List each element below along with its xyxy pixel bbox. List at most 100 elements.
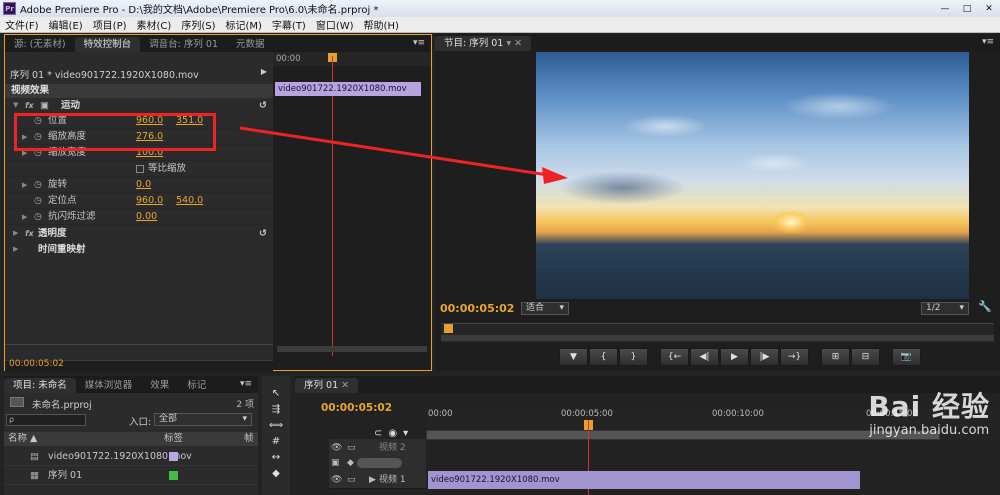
keyframe-slider[interactable] bbox=[357, 458, 402, 468]
expand-timeline-icon[interactable]: ▶ bbox=[261, 67, 267, 76]
uniform-scale-checkbox[interactable] bbox=[136, 164, 144, 173]
effect-current-time[interactable]: 00:00:05:02 bbox=[9, 359, 64, 369]
tab-program[interactable]: 节目: 序列 01 ▾ ✕ bbox=[435, 36, 532, 51]
tab-source[interactable]: 源: (无素材) bbox=[5, 37, 75, 52]
anti-flicker-value[interactable]: 0.00 bbox=[136, 209, 157, 225]
effect-timeline-ruler[interactable]: 00:00 bbox=[273, 52, 431, 66]
search-input[interactable]: ρ bbox=[6, 414, 86, 426]
expand-triangle-icon[interactable]: ▶ bbox=[13, 226, 18, 241]
zoom-scroll-bar[interactable] bbox=[441, 335, 994, 341]
maximize-button[interactable]: □ bbox=[956, 2, 978, 16]
minimize-button[interactable]: — bbox=[934, 2, 956, 16]
tab-effect-controls[interactable]: 特效控制台 bbox=[74, 37, 141, 52]
menu-file[interactable]: 文件(F) bbox=[0, 17, 44, 32]
menu-sequence[interactable]: 序列(S) bbox=[176, 17, 220, 32]
in-point-select[interactable]: 全部 ▾ bbox=[154, 413, 252, 426]
motion-effect-row[interactable]: ▼ fx ▣ 运动 ↺ bbox=[5, 98, 273, 113]
panel-menu-icon[interactable]: ▾≡ bbox=[413, 38, 425, 48]
fx-icon[interactable]: fx bbox=[25, 226, 34, 241]
opacity-effect-row[interactable]: ▶ fx 透明度 ↺ bbox=[5, 226, 273, 241]
timeline-current-time[interactable]: 00:00:05:02 bbox=[321, 402, 392, 414]
expand-triangle-icon[interactable]: ▶ bbox=[13, 242, 18, 257]
effect-zoom-scrollbar[interactable] bbox=[277, 346, 427, 352]
tab-markers[interactable]: 标记 bbox=[178, 378, 215, 393]
ripple-edit-tool-icon[interactable]: ⟺ bbox=[267, 418, 285, 432]
rolling-edit-tool-icon[interactable]: # bbox=[267, 434, 285, 448]
tab-audio-mixer[interactable]: 调音台: 序列 01 bbox=[140, 37, 227, 52]
snap-icon[interactable]: ⊂ bbox=[374, 428, 382, 439]
program-current-time[interactable]: 00:00:05:02 bbox=[440, 302, 514, 315]
tab-media-browser[interactable]: 媒体浏览器 bbox=[76, 378, 142, 393]
reset-icon[interactable]: ↺ bbox=[259, 226, 267, 241]
menu-edit[interactable]: 编辑(E) bbox=[44, 17, 88, 32]
expand-triangle-icon[interactable]: ▶ bbox=[22, 209, 27, 225]
work-area-bar[interactable] bbox=[426, 430, 940, 440]
close-button[interactable]: ✕ bbox=[978, 2, 1000, 16]
time-remap-row[interactable]: ▶ 时间重映射 bbox=[5, 242, 273, 257]
anchor-y-value[interactable]: 540.0 bbox=[176, 193, 203, 209]
column-frame[interactable]: 帧 bbox=[244, 432, 254, 446]
menu-title[interactable]: 字幕(T) bbox=[267, 17, 311, 32]
menu-window[interactable]: 窗口(W) bbox=[311, 17, 359, 32]
program-time-ruler[interactable] bbox=[441, 323, 994, 343]
go-to-in-button[interactable]: {← bbox=[660, 348, 689, 366]
effect-clip-bar[interactable]: video901722.1920X1080.mov bbox=[275, 82, 421, 96]
lift-button[interactable]: ⊞ bbox=[821, 348, 850, 366]
stopwatch-icon[interactable]: ◷ bbox=[34, 209, 42, 225]
keyframe-icon[interactable]: ▣ bbox=[331, 454, 340, 472]
wrench-settings-icon[interactable]: 🔧 bbox=[978, 300, 992, 313]
expand-triangle-icon[interactable]: ▶ bbox=[369, 471, 376, 489]
mark-in-button[interactable]: { bbox=[589, 348, 618, 366]
extract-button[interactable]: ⊟ bbox=[851, 348, 880, 366]
selection-tool-icon[interactable]: ↖ bbox=[267, 386, 285, 400]
tab-project[interactable]: 项目: 未命名 bbox=[4, 378, 76, 393]
add-marker-button[interactable]: ▼ bbox=[559, 348, 588, 366]
reset-icon[interactable]: ↺ bbox=[259, 98, 267, 113]
fx-icon[interactable]: fx bbox=[25, 98, 34, 113]
expand-triangle-icon[interactable]: ▼ bbox=[13, 98, 18, 113]
tab-metadata[interactable]: 元数据 bbox=[227, 37, 274, 52]
column-label[interactable]: 标签 bbox=[164, 432, 183, 446]
eye-icon[interactable]: 👁 bbox=[331, 471, 342, 489]
fit-zoom-select[interactable]: 适合 ▾ bbox=[521, 302, 569, 315]
step-back-button[interactable]: ◀| bbox=[690, 348, 719, 366]
mark-out-button[interactable]: } bbox=[619, 348, 648, 366]
list-item[interactable]: ▦ 序列 01 bbox=[4, 466, 258, 485]
video-preview[interactable] bbox=[536, 52, 969, 299]
razor-tool-icon[interactable]: ◆ bbox=[267, 466, 285, 480]
track-select-tool-icon[interactable]: ⇶ bbox=[267, 402, 285, 416]
step-forward-button[interactable]: |▶ bbox=[750, 348, 779, 366]
playback-resolution-select[interactable]: 1/2 ▾ bbox=[921, 302, 969, 315]
motion-transform-icon[interactable]: ▣ bbox=[40, 98, 49, 113]
add-marker-icon[interactable]: ▾ bbox=[403, 428, 408, 439]
label-color-swatch[interactable] bbox=[169, 452, 178, 461]
list-item[interactable]: ▤ video901722.1920X1080.mov bbox=[4, 447, 258, 466]
anchor-x-value[interactable]: 960.0 bbox=[136, 193, 163, 209]
play-button[interactable]: ▶ bbox=[720, 348, 749, 366]
tab-sequence[interactable]: 序列 01 ✕ bbox=[295, 378, 359, 393]
stopwatch-icon[interactable]: ◷ bbox=[34, 193, 42, 209]
track-header-video-1[interactable]: 👁 ▭ ▶ 视频 1 bbox=[329, 471, 426, 489]
tab-effects[interactable]: 效果 bbox=[141, 378, 178, 393]
menu-project[interactable]: 项目(P) bbox=[88, 17, 132, 32]
playhead-handle[interactable] bbox=[444, 324, 453, 333]
lock-icon[interactable]: ▭ bbox=[347, 471, 356, 489]
menu-clip[interactable]: 素材(C) bbox=[132, 17, 177, 32]
panel-menu-icon[interactable]: ▾≡ bbox=[982, 37, 994, 47]
panel-menu-icon[interactable]: ▾≡ bbox=[240, 379, 252, 389]
stopwatch-icon[interactable]: ◷ bbox=[34, 177, 42, 193]
menu-bar: 文件(F) 编辑(E) 项目(P) 素材(C) 序列(S) 标记(M) 字幕(T… bbox=[0, 17, 1000, 33]
export-frame-button[interactable]: 📷 bbox=[892, 348, 921, 366]
rate-stretch-tool-icon[interactable]: ↔ bbox=[267, 450, 285, 464]
keyframe-nav-icon[interactable]: ◆ bbox=[347, 454, 354, 472]
label-color-swatch[interactable] bbox=[169, 471, 178, 480]
expand-triangle-icon[interactable]: ▶ bbox=[22, 177, 27, 193]
timeline-clip[interactable]: video901722.1920X1080.mov bbox=[428, 471, 860, 489]
rotation-value[interactable]: 0.0 bbox=[136, 177, 151, 193]
track-header-video-2-controls[interactable]: ▣ ◆ bbox=[329, 454, 426, 472]
menu-help[interactable]: 帮助(H) bbox=[359, 17, 404, 32]
marker-icon[interactable]: ◉ bbox=[388, 428, 397, 439]
go-to-out-button[interactable]: →} bbox=[780, 348, 809, 366]
column-name[interactable]: 名称 ▲ bbox=[8, 432, 37, 446]
menu-marker[interactable]: 标记(M) bbox=[220, 17, 266, 32]
